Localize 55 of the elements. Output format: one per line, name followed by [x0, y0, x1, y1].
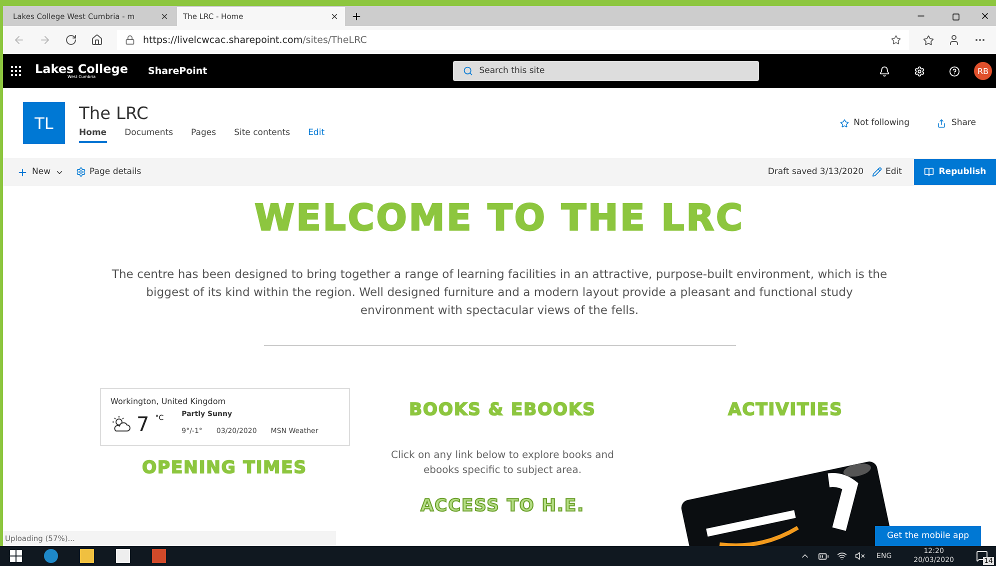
- edit-button[interactable]: Edit: [872, 167, 902, 177]
- follow-button[interactable]: Not following: [840, 118, 910, 128]
- profile-icon[interactable]: [948, 34, 960, 46]
- pencil-icon: [872, 167, 882, 177]
- close-icon[interactable]: [330, 12, 339, 21]
- page-details-button[interactable]: Page details: [76, 167, 142, 177]
- mute-icon[interactable]: [854, 551, 865, 561]
- star-icon[interactable]: [891, 35, 901, 45]
- battery-icon[interactable]: [818, 550, 829, 562]
- search-field[interactable]: Search this site: [453, 61, 760, 81]
- section-title: ACCESS TO H.E.: [420, 496, 585, 516]
- user-avatar[interactable]: RB: [974, 62, 992, 80]
- share-icon: [937, 118, 946, 128]
- settings-icon[interactable]: [914, 66, 925, 76]
- book-icon: [924, 167, 934, 177]
- nav-link[interactable]: Documents: [124, 128, 174, 142]
- partly-sunny-icon: [110, 416, 130, 432]
- new-button[interactable]: New: [17, 166, 64, 178]
- site-title: The LRC: [79, 104, 150, 124]
- intro-paragraph: The centre has been designed to bring together a range of learning facilities in an attractive, purpose-built environment, which is the biggest of its kind within the region. Well designed furniture and a modern layout provide a pleasant and functional study environment with spectacular views of the fells.: [110, 266, 888, 319]
- close-icon[interactable]: [160, 12, 169, 21]
- page-heading: WELCOME TO THE LRC: [254, 198, 744, 239]
- close-icon[interactable]: [980, 11, 990, 21]
- nav-link[interactable]: Home: [79, 128, 107, 142]
- restore-icon[interactable]: [952, 13, 960, 21]
- mobile-app-button[interactable]: Get the mobile app: [875, 526, 981, 546]
- address-field[interactable]: https://livelcwcac.sharepoint.com/sites/TheLRC: [117, 30, 909, 50]
- site-logo[interactable]: TL: [23, 102, 65, 144]
- weather-location: Workington, United Kingdom: [110, 397, 227, 406]
- search-icon: [463, 66, 474, 76]
- share-button[interactable]: Share: [937, 118, 976, 128]
- new-tab-icon[interactable]: [351, 11, 362, 22]
- nav-link[interactable]: Pages: [191, 128, 216, 142]
- section-text: Click on any link below to explore books and ebooks specific to subject area.: [390, 449, 615, 478]
- gear-icon: [76, 167, 86, 177]
- app-launcher-icon[interactable]: [11, 66, 21, 76]
- draft-status: Draft saved 3/13/2020: [768, 167, 864, 177]
- wifi-icon[interactable]: [836, 551, 847, 561]
- favorites-icon[interactable]: [923, 34, 934, 46]
- plus-icon: [17, 166, 28, 178]
- windows-icon[interactable]: [10, 550, 22, 562]
- star-icon: [840, 118, 849, 128]
- temperature: 7: [136, 412, 150, 436]
- notifications-icon[interactable]: [879, 66, 890, 76]
- help-icon[interactable]: [949, 66, 960, 76]
- lock-icon: [125, 35, 135, 45]
- nav-link[interactable]: Site contents: [234, 128, 290, 142]
- section-title: BOOKS & EBOOKS: [409, 400, 596, 420]
- republish-button[interactable]: Republish: [914, 159, 996, 185]
- home-icon[interactable]: [91, 34, 103, 46]
- refresh-icon[interactable]: [65, 34, 77, 46]
- section-title: OPENING TIMES: [142, 458, 307, 478]
- nav-link[interactable]: Edit: [308, 128, 325, 142]
- app-name[interactable]: SharePoint: [148, 66, 208, 76]
- section-title: ACTIVITIES: [728, 400, 843, 420]
